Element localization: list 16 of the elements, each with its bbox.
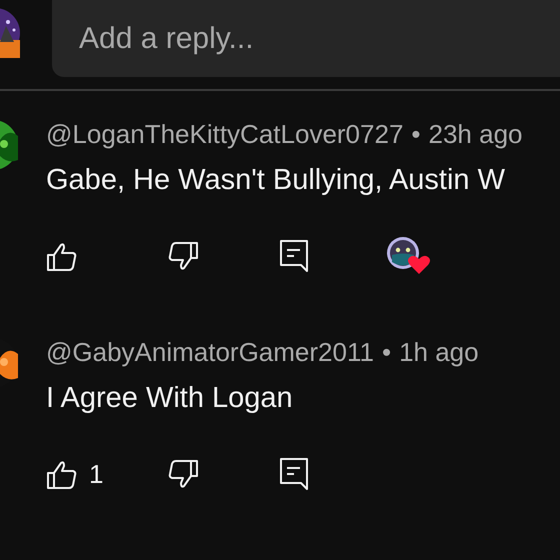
like-count: 1 xyxy=(89,458,104,490)
like-icon[interactable] xyxy=(46,458,77,490)
separator-dot: • xyxy=(382,336,392,368)
comment-time: 1h ago xyxy=(399,336,479,368)
dislike-icon[interactable] xyxy=(168,240,199,272)
like-icon[interactable] xyxy=(46,240,77,272)
separator-dot: • xyxy=(411,118,421,150)
comment-text: I Agree With Logan xyxy=(46,381,294,416)
comment-time: 23h ago xyxy=(428,118,522,150)
reply-icon[interactable] xyxy=(280,240,308,272)
comment-text: Gabe, He Wasn't Bullying, Austin W xyxy=(46,163,506,198)
comment-author[interactable]: @LoganTheKittyCatLover0727 xyxy=(46,118,404,150)
comment-author[interactable]: @GabyAnimatorGamer2011 xyxy=(46,336,374,368)
dislike-icon[interactable] xyxy=(168,458,199,490)
reply-icon[interactable] xyxy=(280,458,308,490)
reply-field[interactable]: Add a reply... xyxy=(52,0,560,77)
